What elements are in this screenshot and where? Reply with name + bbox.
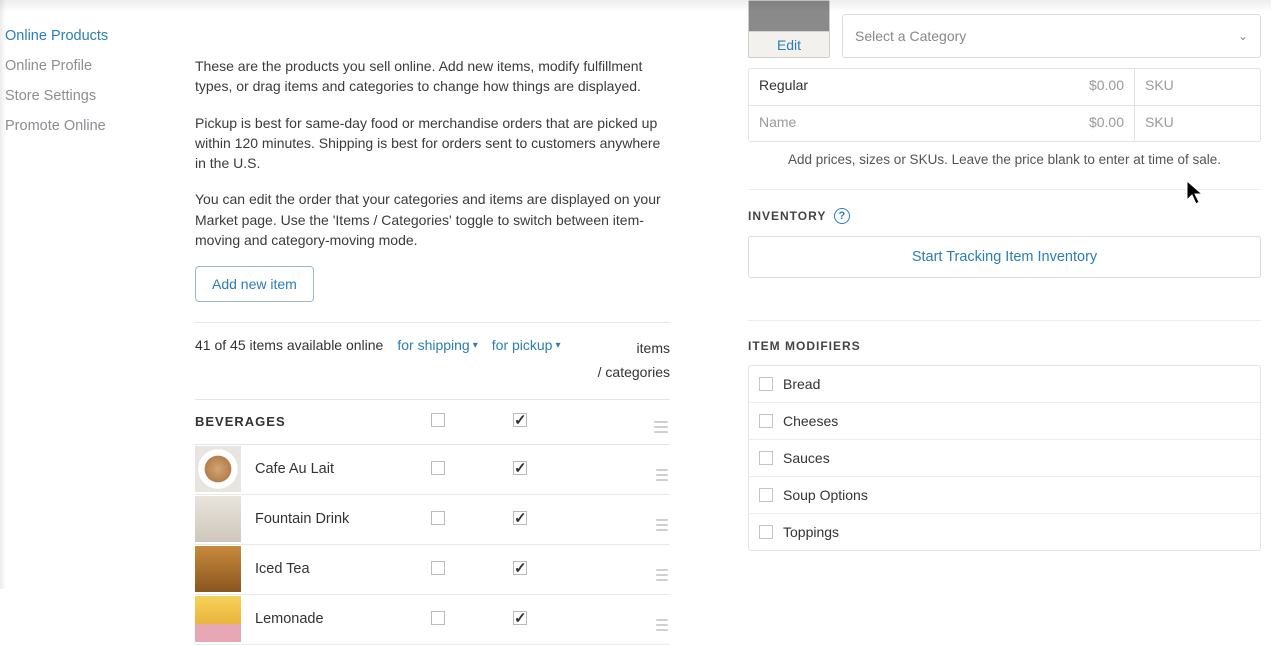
- variant-table: Regular $0.00 SKU Name $0.00 SKU: [748, 68, 1261, 142]
- sidebar: Online Products Online Profile Store Set…: [0, 0, 170, 589]
- item-row[interactable]: Iced Tea: [195, 545, 670, 595]
- modifier-checkbox[interactable]: [759, 377, 773, 391]
- drag-handle-icon[interactable]: [656, 619, 668, 631]
- chevron-down-icon: ▾: [473, 340, 478, 351]
- item-shipping-checkbox[interactable]: [431, 511, 445, 525]
- modifier-row[interactable]: Bread: [749, 366, 1260, 402]
- item-row[interactable]: Fountain Drink: [195, 495, 670, 545]
- intro-text-1: These are the products you sell online. …: [195, 56, 670, 97]
- item-name: Fountain Drink: [255, 511, 431, 527]
- drag-handle-icon[interactable]: [656, 469, 668, 481]
- sidebar-item-store-settings[interactable]: Store Settings: [5, 88, 170, 104]
- variant-sku-input[interactable]: SKU: [1134, 69, 1260, 105]
- modifier-name: Sauces: [783, 450, 830, 466]
- add-new-item-button[interactable]: Add new item: [195, 266, 314, 302]
- sidebar-item-online-profile[interactable]: Online Profile: [5, 58, 170, 74]
- chevron-down-icon: ⌄: [1238, 29, 1248, 43]
- modifier-name: Toppings: [783, 524, 839, 540]
- modifier-row[interactable]: Cheeses: [749, 402, 1260, 439]
- divider: [748, 189, 1261, 190]
- modifier-list: Bread Cheeses Sauces Soup Options Toppin…: [748, 365, 1261, 551]
- sidebar-item-online-products[interactable]: Online Products: [5, 28, 170, 44]
- modifier-checkbox[interactable]: [759, 451, 773, 465]
- intro-text-2: Pickup is best for same-day food or merc…: [195, 113, 670, 174]
- variant-name-input[interactable]: Name: [749, 106, 1062, 141]
- filter-pickup-label: for pickup: [492, 337, 553, 353]
- inventory-label-text: INVENTORY: [748, 209, 826, 223]
- item-shipping-checkbox[interactable]: [431, 461, 445, 475]
- modifier-checkbox[interactable]: [759, 525, 773, 539]
- category-shipping-checkbox[interactable]: [431, 413, 445, 427]
- category-select-placeholder: Select a Category: [855, 28, 966, 44]
- item-thumbnail: [195, 446, 241, 492]
- filter-row: 41 of 45 items available online for ship…: [195, 322, 670, 385]
- modifier-name: Bread: [783, 376, 820, 392]
- drag-handle-icon[interactable]: [656, 569, 668, 581]
- modifier-row[interactable]: Sauces: [749, 439, 1260, 476]
- view-toggle[interactable]: items / categories: [598, 337, 670, 385]
- drag-handle-icon[interactable]: [654, 421, 668, 433]
- toggle-categories-label: / categories: [598, 361, 670, 385]
- edit-image-button[interactable]: Edit: [749, 31, 829, 57]
- modifiers-section-label: ITEM MODIFIERS: [748, 339, 1261, 353]
- variant-sku-input[interactable]: SKU: [1134, 106, 1260, 141]
- toggle-items-label: items: [598, 337, 670, 361]
- modifier-name: Soup Options: [783, 487, 868, 503]
- category-select[interactable]: Select a Category ⌄: [842, 14, 1261, 58]
- item-thumbnail: [195, 546, 241, 592]
- sidebar-item-promote-online[interactable]: Promote Online: [5, 118, 170, 134]
- detail-panel: Edit Select a Category ⌄ Regular $0.00 S…: [700, 0, 1271, 589]
- item-name: Cafe Au Lait: [255, 461, 431, 477]
- category-name: BEVERAGES: [195, 414, 431, 429]
- modifiers-label-text: ITEM MODIFIERS: [748, 339, 861, 353]
- item-name: Iced Tea: [255, 561, 431, 577]
- modifier-row[interactable]: Soup Options: [749, 476, 1260, 513]
- inventory-section-label: INVENTORY ?: [748, 208, 1261, 224]
- item-pickup-checkbox[interactable]: [513, 561, 527, 575]
- item-shipping-checkbox[interactable]: [431, 561, 445, 575]
- drag-handle-icon[interactable]: [656, 519, 668, 531]
- variant-price-input[interactable]: $0.00: [1062, 106, 1134, 141]
- item-pickup-checkbox[interactable]: [513, 511, 527, 525]
- variant-name-input[interactable]: Regular: [749, 69, 1062, 105]
- item-pickup-checkbox[interactable]: [513, 461, 527, 475]
- item-row[interactable]: Lemonade: [195, 595, 670, 645]
- variant-price-input[interactable]: $0.00: [1062, 69, 1134, 105]
- filter-shipping-label: for shipping: [397, 337, 469, 353]
- item-name: Lemonade: [255, 611, 431, 627]
- modifier-checkbox[interactable]: [759, 488, 773, 502]
- modifier-row[interactable]: Toppings: [749, 513, 1260, 550]
- help-icon[interactable]: ?: [834, 208, 850, 224]
- item-row[interactable]: Cafe Au Lait: [195, 445, 670, 495]
- item-image-box: Edit: [748, 0, 830, 58]
- start-tracking-inventory-button[interactable]: Start Tracking Item Inventory: [748, 236, 1261, 278]
- filter-shipping-dropdown[interactable]: for shipping ▾: [397, 337, 477, 353]
- modifier-checkbox[interactable]: [759, 414, 773, 428]
- item-shipping-checkbox[interactable]: [431, 611, 445, 625]
- item-pickup-checkbox[interactable]: [513, 611, 527, 625]
- variant-help-text: Add prices, sizes or SKUs. Leave the pri…: [748, 152, 1261, 167]
- items-count: 41 of 45 items available online: [195, 337, 383, 353]
- divider: [748, 320, 1261, 321]
- item-thumbnail: [195, 496, 241, 542]
- variant-row[interactable]: Name $0.00 SKU: [749, 105, 1260, 141]
- main-panel: These are the products you sell online. …: [170, 0, 700, 589]
- intro-text-3: You can edit the order that your categor…: [195, 189, 670, 250]
- chevron-down-icon: ▾: [555, 340, 560, 351]
- item-thumbnail: [195, 596, 241, 642]
- category-header: BEVERAGES: [195, 399, 670, 445]
- item-image-placeholder: [749, 1, 829, 31]
- category-pickup-checkbox[interactable]: [513, 413, 527, 427]
- modifier-name: Cheeses: [783, 413, 838, 429]
- variant-row[interactable]: Regular $0.00 SKU: [749, 69, 1260, 105]
- filter-pickup-dropdown[interactable]: for pickup ▾: [492, 337, 561, 353]
